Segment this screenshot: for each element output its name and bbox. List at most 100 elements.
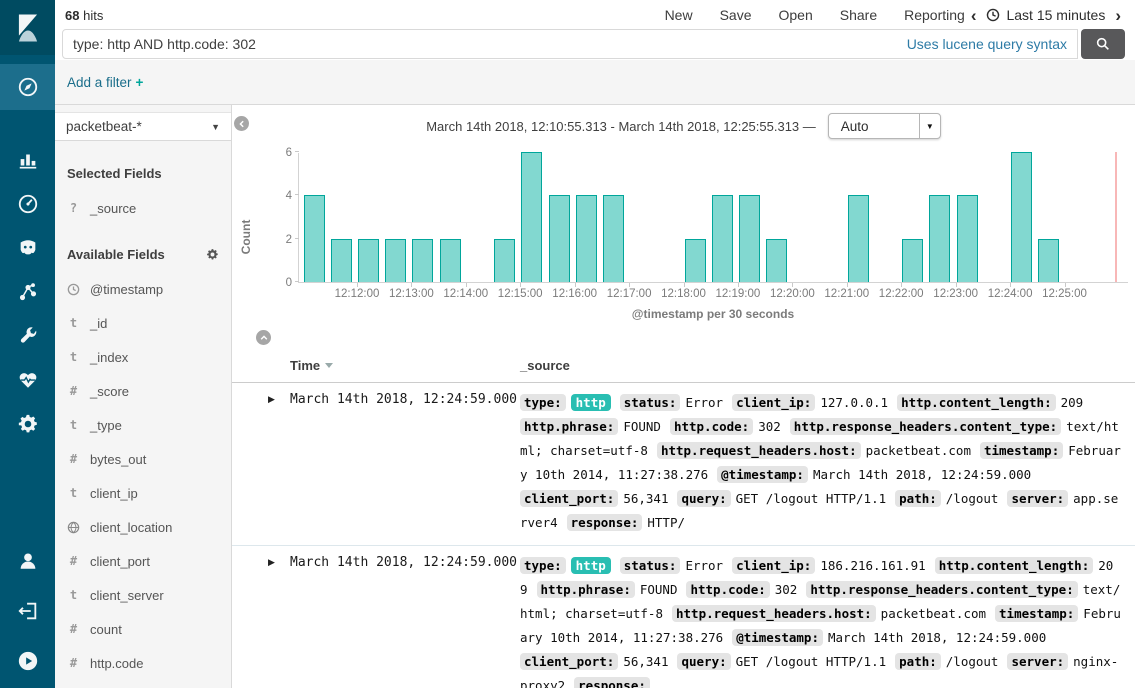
sidenav-item-logout[interactable]	[0, 586, 55, 636]
hits-count: 68 hits	[65, 8, 103, 23]
top-nav: New Save Open Share Reporting	[665, 7, 965, 23]
interval-select[interactable]: Auto ▼	[828, 113, 941, 139]
field-item-count[interactable]: #count	[55, 612, 231, 646]
histogram-bar-12:11:30[interactable]	[331, 239, 352, 282]
histogram-bar-12:18:00[interactable]	[685, 239, 706, 282]
graph-icon	[17, 281, 39, 303]
index-pattern-selector[interactable]: packetbeat-* ▼	[55, 112, 231, 141]
field-settings-gear-icon[interactable]	[206, 248, 219, 261]
field-item-_score[interactable]: #_score	[55, 374, 231, 408]
sidenav-item-management[interactable]	[0, 402, 55, 446]
search-button[interactable]	[1081, 29, 1125, 59]
sidenav-item-timelion[interactable]	[0, 226, 55, 270]
histogram-bar-12:16:30[interactable]	[603, 195, 624, 282]
field-item-_type[interactable]: t_type	[55, 408, 231, 442]
kibana-logo[interactable]	[0, 0, 55, 55]
collapse-sidebar-button[interactable]	[234, 116, 249, 131]
histogram-bar-12:22:30[interactable]	[929, 195, 950, 282]
sidenav-item-discover[interactable]	[0, 64, 55, 110]
selected-fields-list: ?_source	[55, 191, 231, 225]
topnav-reporting-link[interactable]: Reporting	[904, 7, 965, 23]
time-column-header[interactable]: Time	[290, 358, 520, 373]
field-badge: query:	[677, 653, 730, 670]
field-name: @timestamp	[90, 282, 163, 297]
field-item-_source[interactable]: ?_source	[55, 191, 231, 225]
sidenav-item-monitoring[interactable]	[0, 358, 55, 402]
histogram-bar-12:24:30[interactable]	[1038, 239, 1059, 282]
histogram-bar-12:14:30[interactable]	[494, 239, 515, 282]
field-item-httpcode[interactable]: #http.code	[55, 646, 231, 680]
kibana-app: 68 hits New Save Open Share Reporting ‹ Last…	[0, 0, 1135, 688]
content-column: 68 hits New Save Open Share Reporting ‹ Last…	[55, 0, 1135, 688]
interval-value: Auto	[829, 119, 919, 134]
sidenav-item-graph[interactable]	[0, 270, 55, 314]
time-picker: ‹ Last 15 minutes ›	[971, 7, 1121, 24]
sidenav-item-collapse-nav[interactable]	[0, 636, 55, 686]
histogram-chart: Count 0246 12:12:0012:13:0012:14:0012:15…	[298, 153, 1128, 321]
search-input[interactable]	[73, 36, 897, 52]
histogram-bar-12:12:30[interactable]	[385, 239, 406, 282]
x-tick-label: 12:21:00	[824, 288, 869, 300]
field-item-client_port[interactable]: #client_port	[55, 544, 231, 578]
histogram-bar-12:15:00[interactable]	[521, 152, 542, 282]
x-tick-mark	[357, 283, 358, 287]
field-value: 302	[775, 582, 798, 597]
histogram-bar-12:15:30[interactable]	[549, 195, 570, 282]
discover-main: March 14th 2018, 12:10:55.313 - March 14…	[232, 105, 1135, 688]
x-tick-mark	[1065, 283, 1066, 287]
field-badge: type:	[520, 394, 566, 411]
sidenav-item-account[interactable]	[0, 536, 55, 586]
sidenav-item-dashboard[interactable]	[0, 182, 55, 226]
field-name: _source	[90, 201, 136, 216]
time-back-button[interactable]: ‹	[971, 7, 977, 24]
field-name: _score	[90, 384, 129, 399]
doc-table-header: Time _source	[232, 352, 1135, 383]
histogram-bar-12:18:30[interactable]	[712, 195, 733, 282]
x-tick-label: 12:15:00	[498, 288, 543, 300]
time-forward-button[interactable]: ›	[1115, 7, 1121, 24]
histogram-bar-12:19:00[interactable]	[739, 195, 760, 282]
histogram-bar-12:13:30[interactable]	[440, 239, 461, 282]
field-item-bytes_out[interactable]: #bytes_out	[55, 442, 231, 476]
histogram-bar-12:16:00[interactable]	[576, 195, 597, 282]
histogram-bar-12:12:00[interactable]	[358, 239, 379, 282]
topnav-share-link[interactable]: Share	[840, 7, 877, 23]
field-item-_index[interactable]: t_index	[55, 340, 231, 374]
field-item-_id[interactable]: t_id	[55, 306, 231, 340]
field-badge: path:	[895, 490, 941, 507]
histogram-bar-12:21:00[interactable]	[848, 195, 869, 282]
x-tick-mark	[466, 283, 467, 287]
field-item-client_location[interactable]: client_location	[55, 510, 231, 544]
collapse-chart-button[interactable]	[256, 330, 271, 345]
topnav-save-link[interactable]: Save	[720, 7, 752, 23]
x-tick-mark	[520, 283, 521, 287]
histogram-bar-12:11:00[interactable]	[304, 195, 325, 282]
histogram-bar-12:22:00[interactable]	[902, 239, 923, 282]
expand-row-caret-icon[interactable]: ▶	[268, 391, 290, 535]
topnav-new-link[interactable]: New	[665, 7, 693, 23]
histogram-bar-12:13:00[interactable]	[412, 239, 433, 282]
chevron-down-icon: ▼	[211, 122, 220, 132]
time-picker-button[interactable]: Last 15 minutes	[986, 7, 1105, 23]
expand-row-caret-icon[interactable]: ▶	[268, 554, 290, 688]
field-item-timestamp[interactable]: @timestamp	[55, 272, 231, 306]
field-badge: client_ip:	[732, 394, 815, 411]
y-tick-mark	[295, 281, 299, 282]
histogram-bar-12:24:00[interactable]	[1011, 152, 1032, 282]
topnav-open-link[interactable]: Open	[779, 7, 813, 23]
field-badge: http.code:	[670, 418, 753, 435]
sidenav-item-visualize[interactable]	[0, 138, 55, 182]
sidenav-item-dev-tools[interactable]	[0, 314, 55, 358]
field-badge: type:	[520, 557, 566, 574]
x-tick-mark	[684, 283, 685, 287]
histogram-bar-12:23:00[interactable]	[957, 195, 978, 282]
lucene-syntax-link[interactable]: Uses lucene query syntax	[907, 36, 1067, 52]
field-item-client_server[interactable]: tclient_server	[55, 578, 231, 612]
number-type-icon: #	[67, 622, 80, 636]
field-name: client_location	[90, 520, 172, 535]
add-filter-button[interactable]: Add a filter+	[67, 75, 143, 90]
select-caret-icon: ▼	[919, 114, 940, 138]
field-badge: client_ip:	[732, 557, 815, 574]
field-item-client_ip[interactable]: tclient_ip	[55, 476, 231, 510]
histogram-bar-12:19:30[interactable]	[766, 239, 787, 282]
